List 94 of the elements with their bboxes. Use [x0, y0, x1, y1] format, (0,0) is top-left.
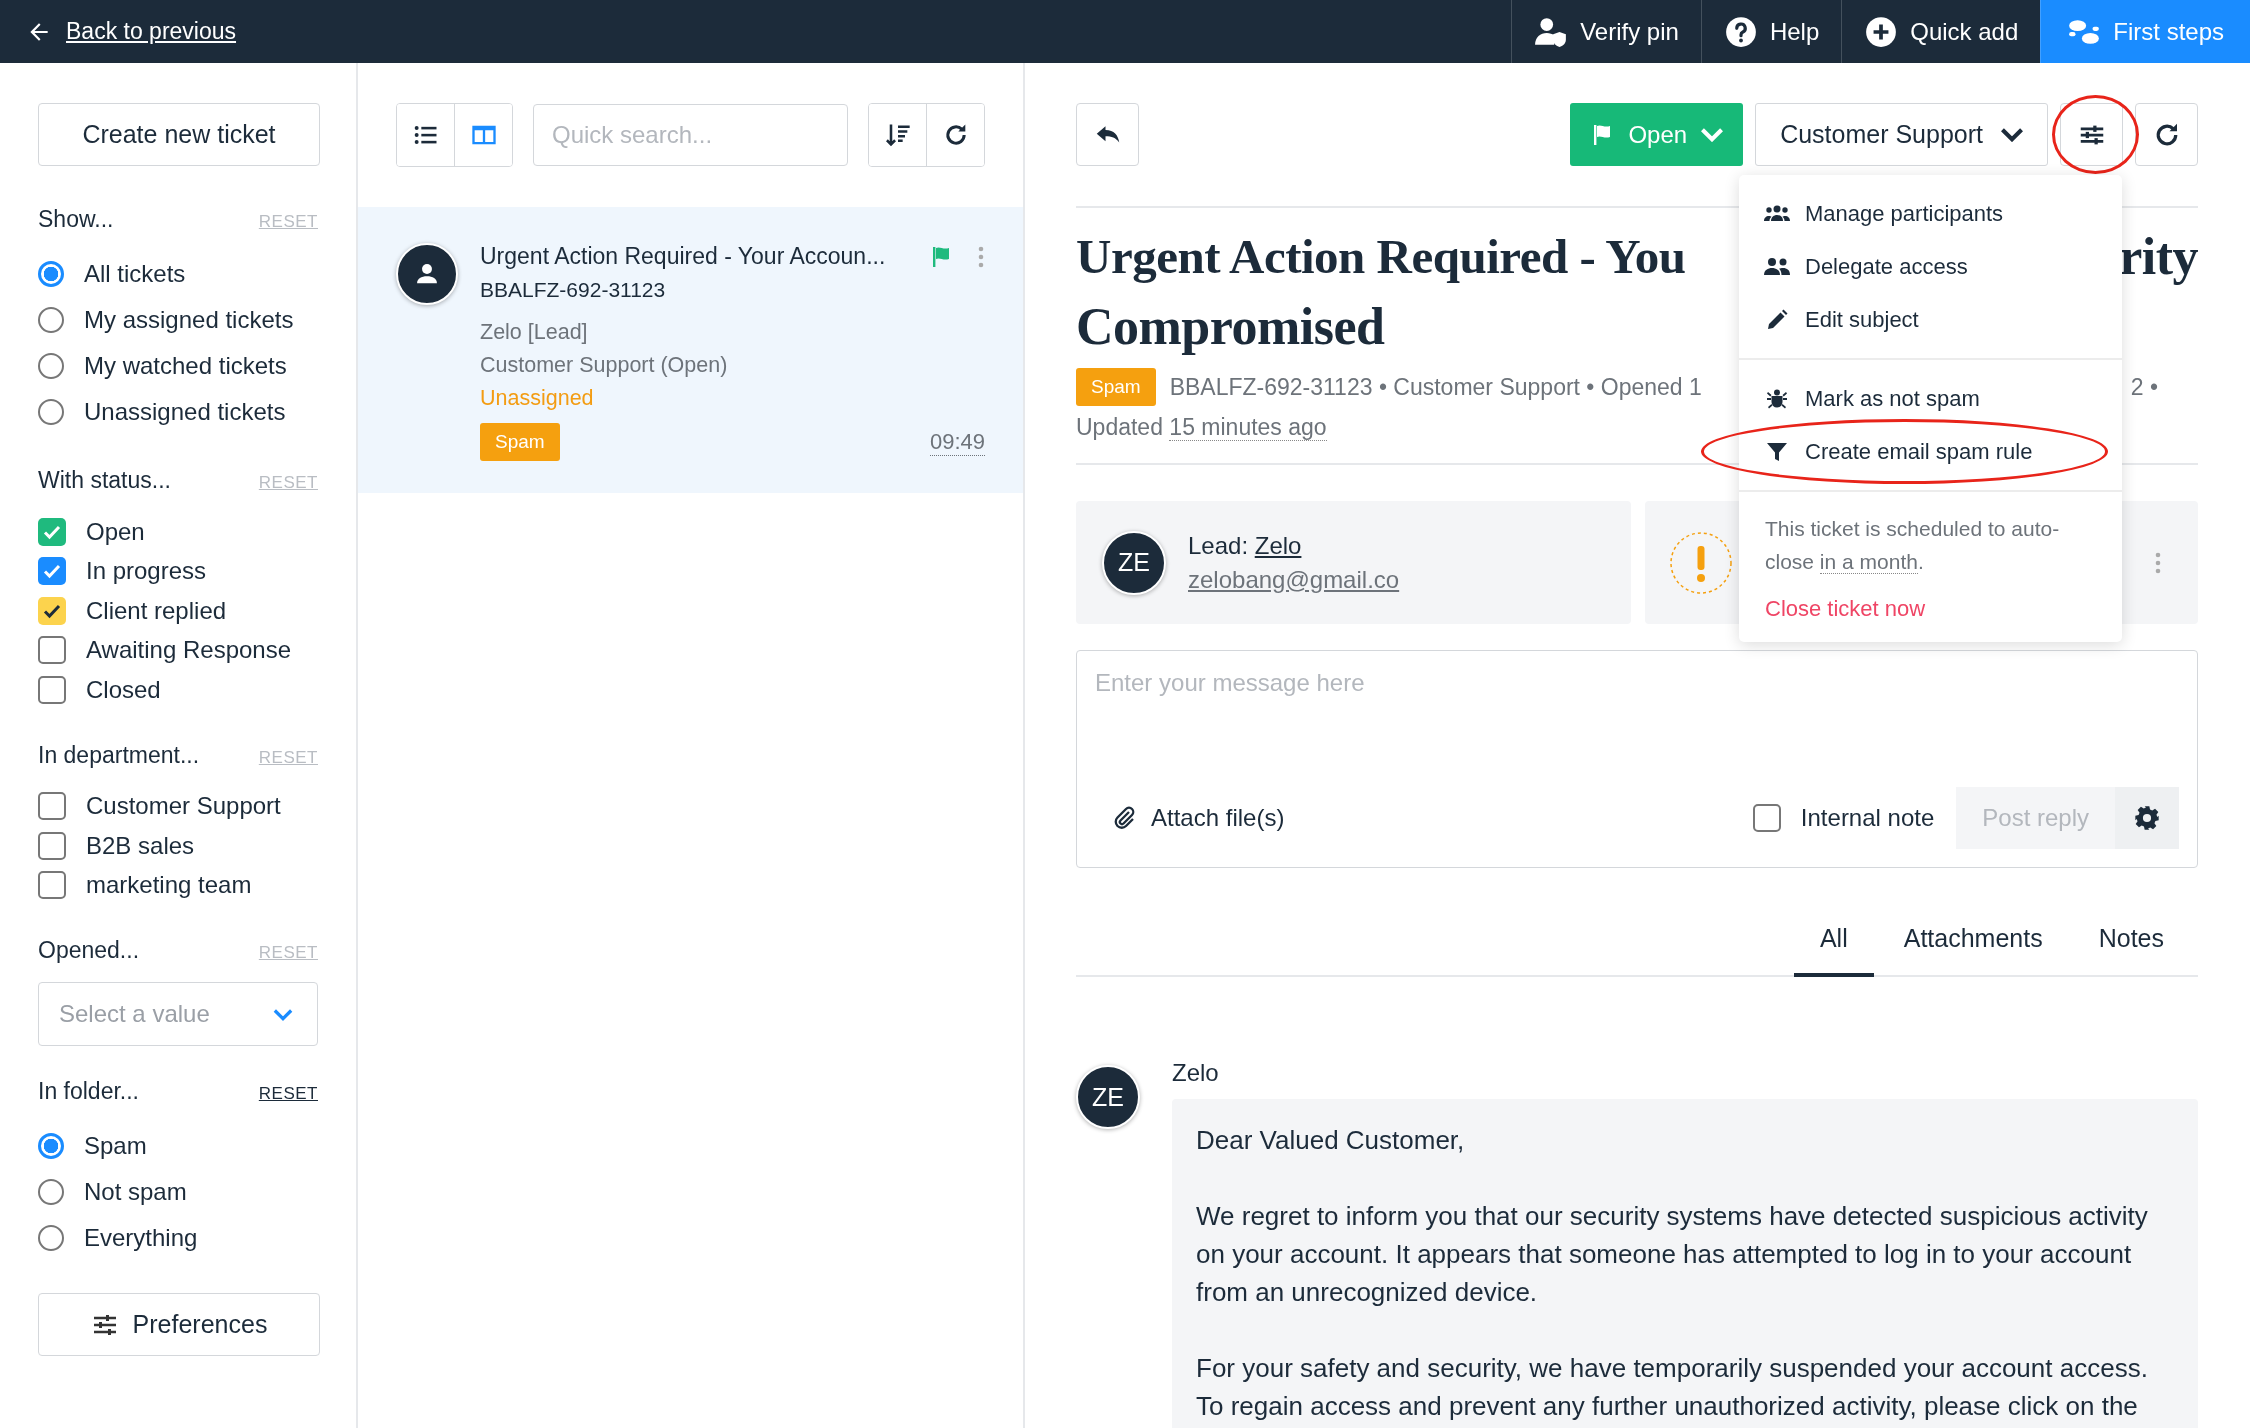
option-label: Open — [86, 517, 145, 546]
email-link[interactable]: zelobang@gmail.co — [1188, 565, 1400, 594]
message-author: Zelo — [1172, 1059, 1220, 1087]
option-label: Client replied — [86, 596, 227, 625]
option-label: Spam — [84, 1132, 147, 1160]
radio-button[interactable] — [38, 1225, 64, 1251]
top-bar-button[interactable]: Quick add — [1841, 0, 2041, 63]
tab[interactable]: All — [1793, 908, 1874, 977]
author-avatar: ZE — [1076, 1065, 1140, 1129]
plus-icon — [1864, 14, 1899, 49]
filter-heading: Show... — [38, 206, 114, 233]
menu-item[interactable]: Create email spam rule — [1739, 425, 2122, 478]
checkbox[interactable] — [38, 636, 66, 665]
message-paragraph: For your safety and security, we have temporarily suspended your account access. To regain access and prevent any further unauthorized activity, please click on the — [1196, 1352, 2149, 1423]
radio-button[interactable] — [38, 307, 64, 333]
tab[interactable]: Notes — [2072, 908, 2190, 977]
option-label: All tickets — [84, 260, 186, 288]
reset-link[interactable]: RESET — [258, 1084, 318, 1104]
ticket-assignee: Unassigned — [480, 386, 595, 411]
checkbox[interactable] — [38, 871, 66, 900]
ticket-title: Compromised — [1076, 297, 1385, 357]
option-label: Customer Support — [86, 792, 281, 821]
contact-role: Lead: — [1188, 531, 1249, 559]
refresh-button[interactable] — [926, 104, 984, 166]
message-paragraph: We regret to inform you that our security systems have detected suspicious activity on your account. It appears that someone has attempted to log in to your account from an unrecognized device. — [1196, 1200, 2149, 1309]
radio-button[interactable] — [38, 353, 64, 379]
ticket-title: rity — [2119, 227, 2198, 287]
contact-avatar: ZE — [1102, 530, 1166, 595]
contact-link[interactable]: Zelo — [1254, 531, 1302, 559]
attach-link[interactable]: Attach file(s) — [1095, 804, 1285, 832]
menu-item[interactable]: Delegate access — [1739, 240, 2122, 293]
user-avatar-icon — [396, 243, 458, 305]
menu-item[interactable]: Mark as not spam — [1739, 372, 2122, 425]
chevron-down-icon — [1701, 127, 1724, 142]
filter-heading: In folder... — [38, 1078, 139, 1105]
radio-button[interactable] — [38, 261, 64, 287]
message-paragraph: Dear Valued Customer, — [1196, 1124, 1466, 1157]
ticket-card[interactable]: Urgent Action Required - Your Accoun... BBALFZ-692-31123 Zelo [Lead] Customer Support (Open) Unassigned Spam 09:49 — [358, 207, 1023, 493]
top-bar-button[interactable]: Verify pin — [1511, 0, 1701, 63]
menu-item[interactable]: Manage participants — [1739, 187, 2122, 240]
radio-button[interactable] — [38, 1133, 64, 1159]
ticket-number: BBALFZ-692-31123 — [480, 278, 667, 302]
option-label: Closed — [86, 675, 161, 704]
top-bar-button[interactable]: Help — [1700, 0, 1842, 63]
ticket-time: 09:49 — [929, 428, 985, 456]
option-label: Unassigned tickets — [84, 398, 286, 426]
menu-item[interactable]: Edit subject — [1739, 293, 2122, 346]
option-label: Everything — [84, 1224, 198, 1252]
option-label: My watched tickets — [84, 352, 287, 380]
tab[interactable]: Attachments — [1877, 908, 2069, 977]
ticket-contact: Zelo [Lead] — [480, 320, 589, 345]
option-label: In progress — [86, 557, 207, 586]
filter-heading: With status... — [38, 467, 171, 494]
option-label: Internal note — [1800, 804, 1935, 832]
option-label: marketing team — [86, 871, 252, 900]
settings-button[interactable] — [2060, 103, 2123, 166]
paperclip-icon — [1113, 806, 1137, 830]
spam-tag: Spam — [480, 423, 560, 461]
ticket-department: Customer Support (Open) — [480, 353, 729, 378]
updated-time: Updated 15 minutes ago — [1076, 414, 1328, 441]
gear-icon — [2133, 804, 2161, 832]
filter-heading: Opened... — [38, 937, 140, 964]
refresh-button[interactable] — [2135, 103, 2198, 166]
option-label: My assigned tickets — [84, 306, 294, 334]
checkbox[interactable] — [38, 596, 66, 625]
ticket-title: Urgent Action Required - You — [1076, 228, 1686, 286]
spam-tag: Spam — [1076, 368, 1156, 406]
department-select[interactable]: Customer Support — [1755, 103, 2048, 166]
checkbox[interactable] — [38, 557, 66, 586]
checkbox[interactable] — [38, 831, 66, 860]
auto-close-notice: This ticket is scheduled to auto-close in a month. — [1765, 516, 2061, 576]
radio-button[interactable] — [38, 1179, 64, 1205]
option-label: B2B sales — [86, 831, 195, 860]
preferences-button[interactable]: Preferences — [38, 1293, 320, 1356]
warning-icon — [1669, 530, 1733, 595]
option-label: Not spam — [84, 1178, 187, 1206]
chevron-down-icon — [2001, 127, 2023, 142]
checkbox[interactable] — [1752, 804, 1781, 832]
search-field[interactable]: Quick search... — [533, 104, 848, 166]
checkbox[interactable] — [38, 792, 66, 821]
checkbox[interactable] — [38, 517, 66, 546]
checkbox[interactable] — [38, 675, 66, 704]
help-icon — [1723, 14, 1758, 49]
ticket-meta: 2 • — [2130, 373, 2158, 401]
ticket-subject: Urgent Action Required - Your Accoun... — [480, 243, 886, 270]
option-label: Awaiting Response — [86, 636, 292, 665]
back-button[interactable] — [1076, 103, 1139, 166]
create-ticket-button[interactable]: Create new ticket — [38, 103, 320, 166]
filter-heading: In department... — [38, 741, 200, 769]
radio-button[interactable] — [38, 399, 64, 425]
ticket-meta: BBALFZ-692-31123 • Customer Support • Opened 1 — [1169, 373, 1702, 401]
back-link[interactable]: Back to previous — [0, 18, 237, 45]
close-ticket-link[interactable]: Close ticket now — [1765, 596, 2098, 622]
settings-button[interactable] — [2115, 787, 2179, 849]
